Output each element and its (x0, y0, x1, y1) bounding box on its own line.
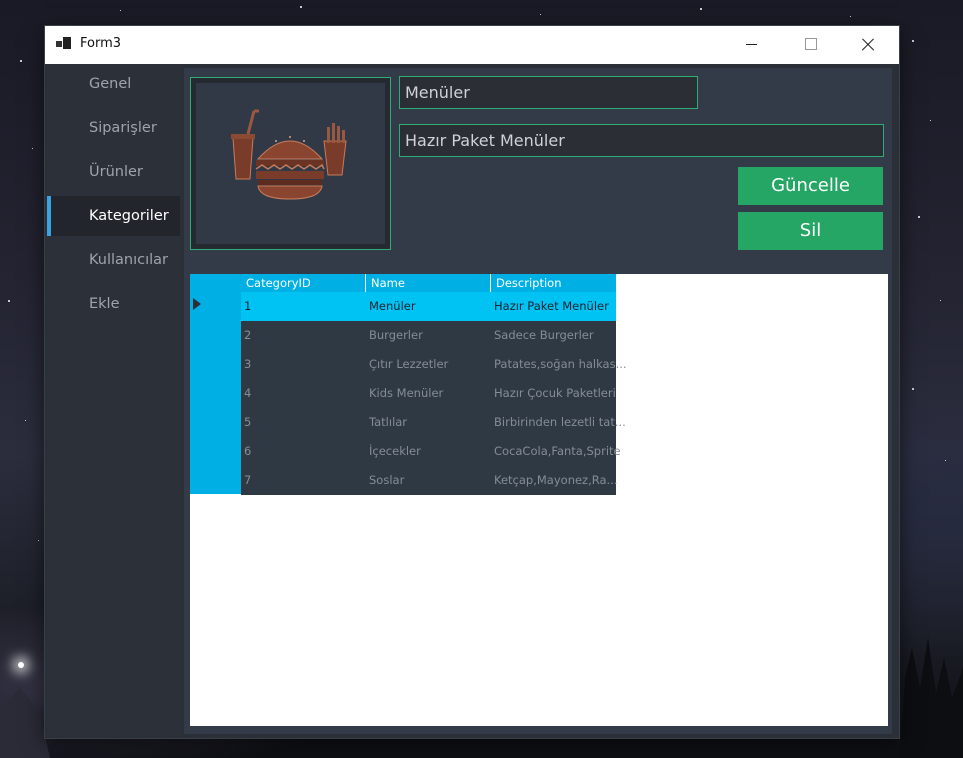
cell-id: 1 (244, 299, 252, 313)
column-divider (490, 274, 491, 292)
sidebar-item-ekle[interactable]: Ekle (47, 284, 180, 324)
star (940, 300, 941, 301)
cell-name: Çıtır Lezzetler (369, 357, 449, 371)
star (20, 60, 22, 62)
category-panel: Menüler Hazır Paket Menüler Güncelle Sil… (184, 68, 892, 734)
cell-name: Tatlılar (369, 415, 408, 429)
star (38, 540, 39, 541)
description-field[interactable]: Hazır Paket Menüler (399, 124, 884, 157)
cell-description: Ketçap,Mayonez,Ra... (494, 473, 618, 487)
table-row[interactable]: 2 Burgerler Sadece Burgerler (241, 321, 616, 350)
sidebar: Genel Siparişler Ürünler Kategoriler Kul… (47, 64, 180, 736)
cell-description: Hazır Çocuk Paketleri (494, 386, 616, 400)
cell-id: 2 (244, 328, 252, 342)
table-row[interactable]: 3 Çıtır Lezzetler Patates,soğan halkas..… (241, 350, 627, 379)
column-header-categoryid[interactable]: CategoryID (246, 274, 311, 292)
cell-name: Burgerler (369, 328, 423, 342)
delete-button[interactable]: Sil (738, 212, 883, 250)
star (25, 420, 26, 421)
sidebar-item-label: Genel (89, 76, 132, 92)
grid-header: CategoryID Name Description (190, 274, 616, 292)
column-header-description[interactable]: Description (496, 274, 562, 292)
column-header-name[interactable]: Name (371, 274, 405, 292)
star (850, 16, 851, 17)
column-divider (365, 274, 366, 292)
maximize-button[interactable] (781, 26, 839, 64)
title-bar: Form3 (45, 26, 899, 64)
app-icon (56, 37, 72, 51)
window-title: Form3 (80, 36, 122, 51)
table-row[interactable]: 5 Tatlılar Birbirinden lezetli tat... (241, 408, 626, 437)
cell-id: 7 (244, 473, 252, 487)
star (700, 8, 702, 10)
star (945, 460, 946, 461)
minimize-icon (746, 44, 757, 45)
form-window: Form3 Genel Siparişler Ürünler Kategoril… (45, 26, 899, 738)
cell-description: Hazır Paket Menüler (494, 299, 609, 313)
star (918, 216, 920, 218)
name-field[interactable]: Menüler (399, 76, 698, 109)
current-row-arrow-icon (193, 298, 201, 310)
table-row[interactable]: 7 Soslar Ketçap,Mayonez,Ra... (241, 466, 618, 495)
sidebar-item-label: Kullanıcılar (89, 252, 169, 268)
close-button[interactable] (839, 26, 897, 64)
category-grid[interactable]: CategoryID Name Description 1 Menüler Ha… (190, 274, 888, 726)
cell-name: Soslar (369, 473, 405, 487)
cell-id: 5 (244, 415, 252, 429)
category-image-box[interactable] (190, 77, 391, 250)
cell-id: 6 (244, 444, 252, 458)
sidebar-item-kullanicilar[interactable]: Kullanıcılar (47, 240, 180, 280)
row-header-column (190, 292, 241, 494)
sidebar-item-label: Ürünler (89, 164, 143, 180)
star (32, 148, 33, 149)
star (120, 10, 121, 11)
cell-name: Kids Menüler (369, 386, 444, 400)
sidebar-item-label: Kategoriler (89, 208, 169, 224)
table-row[interactable]: 1 Menüler Hazır Paket Menüler (241, 292, 616, 321)
star (8, 300, 10, 302)
minimize-button[interactable] (723, 26, 781, 64)
star (912, 388, 914, 390)
table-row[interactable]: 4 Kids Menüler Hazır Çocuk Paketleri (241, 379, 616, 408)
star (300, 6, 302, 8)
sidebar-item-kategoriler[interactable]: Kategoriler (47, 196, 180, 236)
cell-description: Patates,soğan halkas... (494, 357, 627, 371)
cell-description: Birbirinden lezetli tat... (494, 415, 626, 429)
category-image (196, 83, 385, 244)
sidebar-item-label: Siparişler (89, 120, 157, 136)
cell-name: İçecekler (369, 444, 421, 458)
cell-description: Sadece Burgerler (494, 328, 594, 342)
cell-id: 3 (244, 357, 252, 371)
sidebar-item-siparisler[interactable]: Siparişler (47, 108, 180, 148)
sidebar-item-genel[interactable]: Genel (47, 64, 180, 104)
food-menu-icon (231, 109, 347, 200)
maximize-icon (805, 38, 817, 50)
table-row[interactable]: 6 İçecekler CocaCola,Fanta,Sprite (241, 437, 621, 466)
cell-description: CocaCola,Fanta,Sprite (494, 444, 621, 458)
star (912, 40, 914, 42)
sidebar-item-label: Ekle (89, 296, 120, 312)
cell-id: 4 (244, 386, 252, 400)
update-button[interactable]: Güncelle (738, 167, 883, 205)
sidebar-item-urunler[interactable]: Ürünler (47, 152, 180, 192)
star (540, 14, 541, 15)
star (930, 120, 931, 121)
cell-name: Menüler (369, 299, 416, 313)
